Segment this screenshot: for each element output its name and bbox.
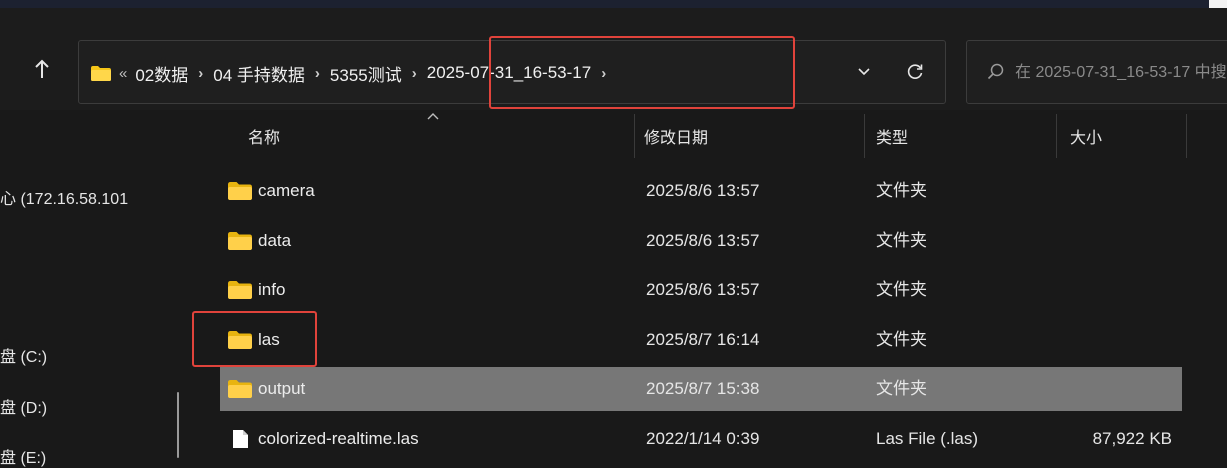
nav-item-drive-c[interactable]: 盘 (C:)	[0, 343, 47, 367]
file-date: 2025/8/6 13:57	[646, 230, 760, 250]
breadcrumb-overflow[interactable]: «	[119, 65, 127, 82]
nav-item-drive-e[interactable]: 盘 (E:)	[0, 444, 46, 468]
file-type: Las File (.las)	[876, 428, 979, 448]
nav-scrollbar[interactable]	[177, 392, 179, 458]
file-row[interactable]: output 2025/8/7 15:38 文件夹	[220, 367, 1182, 411]
history-dropdown-button[interactable]	[852, 50, 876, 94]
sort-ascending-icon	[427, 113, 439, 120]
column-header-name[interactable]: 名称	[248, 110, 280, 166]
file-list: 名称 修改日期 类型 大小 camera 2025/8/6 13:57 文件夹 dat…	[196, 110, 1227, 468]
search-box[interactable]: 在 2025-07-31_16-53-17 中搜索	[966, 40, 1227, 104]
file-type: 文件夹	[876, 230, 927, 250]
file-date: 2025/8/6 13:57	[646, 280, 760, 299]
refresh-button[interactable]	[900, 50, 930, 94]
file-name-cell[interactable]: output	[228, 367, 305, 411]
column-header-type[interactable]: 类型	[876, 110, 908, 166]
file-date: 2025/8/7 15:38	[646, 379, 760, 398]
file-date: 2022/1/14 0:39	[646, 428, 760, 448]
breadcrumb-item[interactable]: 04 手持数据	[213, 61, 305, 86]
folder-icon	[228, 182, 252, 200]
search-placeholder: 在 2025-07-31_16-53-17 中搜索	[1015, 64, 1227, 81]
folder-icon	[228, 281, 252, 299]
file-row[interactable]: colorized-realtime.las 2022/1/14 0:39 Las …	[220, 417, 1182, 461]
column-header-date[interactable]: 修改日期	[644, 110, 708, 166]
file-type: 文件夹	[876, 379, 927, 398]
file-name: camera	[258, 181, 315, 200]
chevron-down-icon	[858, 68, 870, 76]
navigation-pane: 心 (172.16.58.101 盘 (C:) 盘 (D:) 盘 (E:)	[0, 110, 192, 468]
folder-icon	[228, 231, 252, 250]
file-size: 87,922 KB	[1092, 428, 1172, 448]
file-name: colorized-realtime.las	[258, 428, 419, 448]
column-divider[interactable]	[1056, 114, 1057, 158]
up-arrow-button[interactable]	[22, 52, 62, 86]
nav-item-drive-d[interactable]: 盘 (D:)	[0, 394, 47, 418]
annotation-box-las	[192, 311, 317, 367]
column-header-size[interactable]: 大小	[1070, 110, 1102, 166]
folder-icon	[91, 65, 111, 81]
column-divider[interactable]	[1186, 114, 1187, 158]
address-toolbar: « 02数据 › 04 手持数据 › 5355测试 › 2025-07-31_1…	[0, 8, 1227, 110]
chevron-right-icon[interactable]: ›	[198, 65, 203, 82]
column-header-row: 名称 修改日期 类型 大小	[196, 110, 1227, 166]
nav-item-network[interactable]: 心 (172.16.58.101	[0, 185, 128, 209]
breadcrumb-item[interactable]: 5355测试	[330, 61, 402, 86]
file-name: info	[258, 280, 286, 299]
file-row[interactable]: data 2025/8/6 13:57 文件夹	[220, 219, 1182, 263]
breadcrumb-item[interactable]: 02数据	[135, 61, 188, 86]
file-row[interactable]: info 2025/8/6 13:57 文件夹	[220, 268, 1182, 312]
up-arrow-icon	[35, 59, 49, 78]
file-explorer-window: « 02数据 › 04 手持数据 › 5355测试 › 2025-07-31_1…	[0, 0, 1227, 468]
annotation-box-address	[489, 36, 795, 109]
folder-icon	[228, 380, 252, 398]
file-date: 2025/8/6 13:57	[646, 181, 760, 200]
file-row[interactable]: las 2025/8/7 16:14 文件夹	[220, 318, 1182, 362]
file-date: 2025/8/7 16:14	[646, 329, 760, 349]
chevron-right-icon[interactable]: ›	[412, 65, 417, 82]
file-type: 文件夹	[876, 280, 927, 299]
title-strip	[0, 0, 1227, 8]
search-icon	[987, 63, 1004, 80]
column-divider[interactable]	[634, 114, 635, 158]
file-name-cell[interactable]: info	[228, 268, 285, 312]
file-name: data	[258, 230, 292, 250]
file-row[interactable]: camera 2025/8/6 13:57 文件夹	[220, 169, 1182, 213]
chevron-right-icon[interactable]: ›	[315, 65, 320, 82]
file-icon	[233, 429, 248, 448]
column-divider[interactable]	[864, 114, 865, 158]
file-name-cell[interactable]: colorized-realtime.las	[228, 417, 419, 461]
file-type: 文件夹	[876, 329, 927, 349]
file-name: output	[258, 379, 306, 398]
file-name-cell[interactable]: data	[228, 219, 291, 263]
refresh-icon	[907, 64, 923, 79]
file-name-cell[interactable]: camera	[228, 169, 315, 213]
file-type: 文件夹	[876, 181, 927, 200]
